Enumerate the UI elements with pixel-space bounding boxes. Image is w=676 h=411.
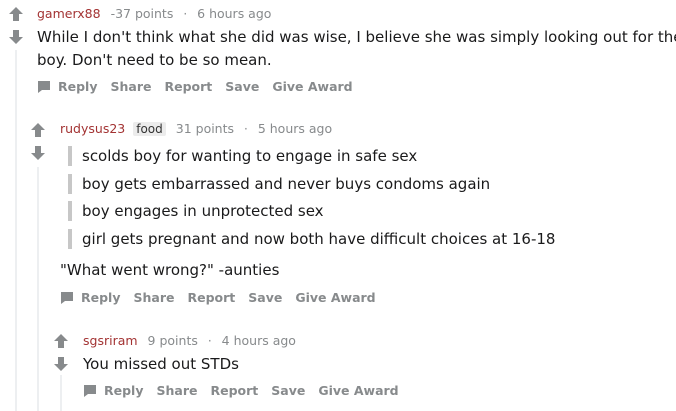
- thread-line[interactable]: [60, 375, 62, 411]
- comment-body-line: While I don't think what she did was wis…: [37, 28, 676, 46]
- points: 31 points: [175, 121, 235, 136]
- give-award-button[interactable]: Give Award: [295, 290, 375, 305]
- reply-button[interactable]: Reply: [104, 383, 143, 398]
- comment-actions: Reply Share Report Save Give Award: [37, 79, 366, 94]
- comment-header: gamerx88 -37 points · 6 hours ago: [37, 6, 271, 21]
- upvote-arrow-icon[interactable]: [9, 7, 23, 21]
- separator: ·: [207, 334, 212, 348]
- comment-actions: Reply Share Report Save Give Award: [60, 290, 389, 305]
- save-button[interactable]: Save: [271, 383, 305, 398]
- share-button[interactable]: Share: [133, 290, 174, 305]
- author-link[interactable]: gamerx88: [37, 6, 101, 21]
- timestamp[interactable]: 4 hours ago: [222, 333, 296, 348]
- comment-header: sgsriram 9 points · 4 hours ago: [83, 333, 296, 348]
- give-award-button[interactable]: Give Award: [318, 383, 398, 398]
- separator: ·: [183, 7, 188, 21]
- blockquote-line: boy gets embarrassed and never buys cond…: [68, 174, 490, 194]
- separator: ·: [244, 122, 248, 136]
- timestamp[interactable]: 6 hours ago: [197, 6, 271, 21]
- reply-button[interactable]: Reply: [58, 79, 97, 94]
- downvote-arrow-icon[interactable]: [31, 146, 45, 160]
- timestamp[interactable]: 5 hours ago: [258, 121, 332, 136]
- thread-line[interactable]: [37, 167, 39, 411]
- upvote-arrow-icon[interactable]: [54, 334, 68, 348]
- share-button[interactable]: Share: [156, 383, 197, 398]
- comment-body: You missed out STDs: [83, 355, 239, 373]
- report-button[interactable]: Report: [164, 79, 212, 94]
- comment-actions: Reply Share Report Save Give Award: [83, 383, 412, 398]
- save-button[interactable]: Save: [225, 79, 259, 94]
- user-flair: food: [133, 122, 166, 136]
- comment-body-line: boy. Don't need to be so mean.: [37, 51, 272, 69]
- points: 9 points: [147, 333, 198, 348]
- chat-bubble-icon[interactable]: [83, 384, 97, 398]
- comment-body: "What went wrong?" -aunties: [60, 261, 280, 279]
- report-button[interactable]: Report: [187, 290, 235, 305]
- thread-line[interactable]: [15, 50, 17, 411]
- share-button[interactable]: Share: [110, 79, 151, 94]
- author-link[interactable]: rudysus23: [60, 121, 125, 136]
- blockquote-line: girl gets pregnant and now both have dif…: [68, 229, 555, 249]
- comment-body: While I don't think what she did was wis…: [37, 26, 676, 72]
- points: -37 points: [110, 6, 174, 21]
- chat-bubble-icon[interactable]: [60, 291, 74, 305]
- save-button[interactable]: Save: [248, 290, 282, 305]
- comment-header: rudysus23 food 31 points · 5 hours ago: [60, 121, 332, 136]
- downvote-arrow-icon[interactable]: [54, 357, 68, 371]
- author-link[interactable]: sgsriram: [83, 333, 138, 348]
- report-button[interactable]: Report: [210, 383, 258, 398]
- give-award-button[interactable]: Give Award: [272, 79, 352, 94]
- upvote-arrow-icon[interactable]: [31, 123, 45, 137]
- blockquote-line: scolds boy for wanting to engage in safe…: [68, 146, 417, 166]
- chat-bubble-icon[interactable]: [37, 80, 51, 94]
- blockquote-line: boy engages in unprotected sex: [68, 201, 324, 221]
- downvote-arrow-icon[interactable]: [9, 30, 23, 44]
- reply-button[interactable]: Reply: [81, 290, 120, 305]
